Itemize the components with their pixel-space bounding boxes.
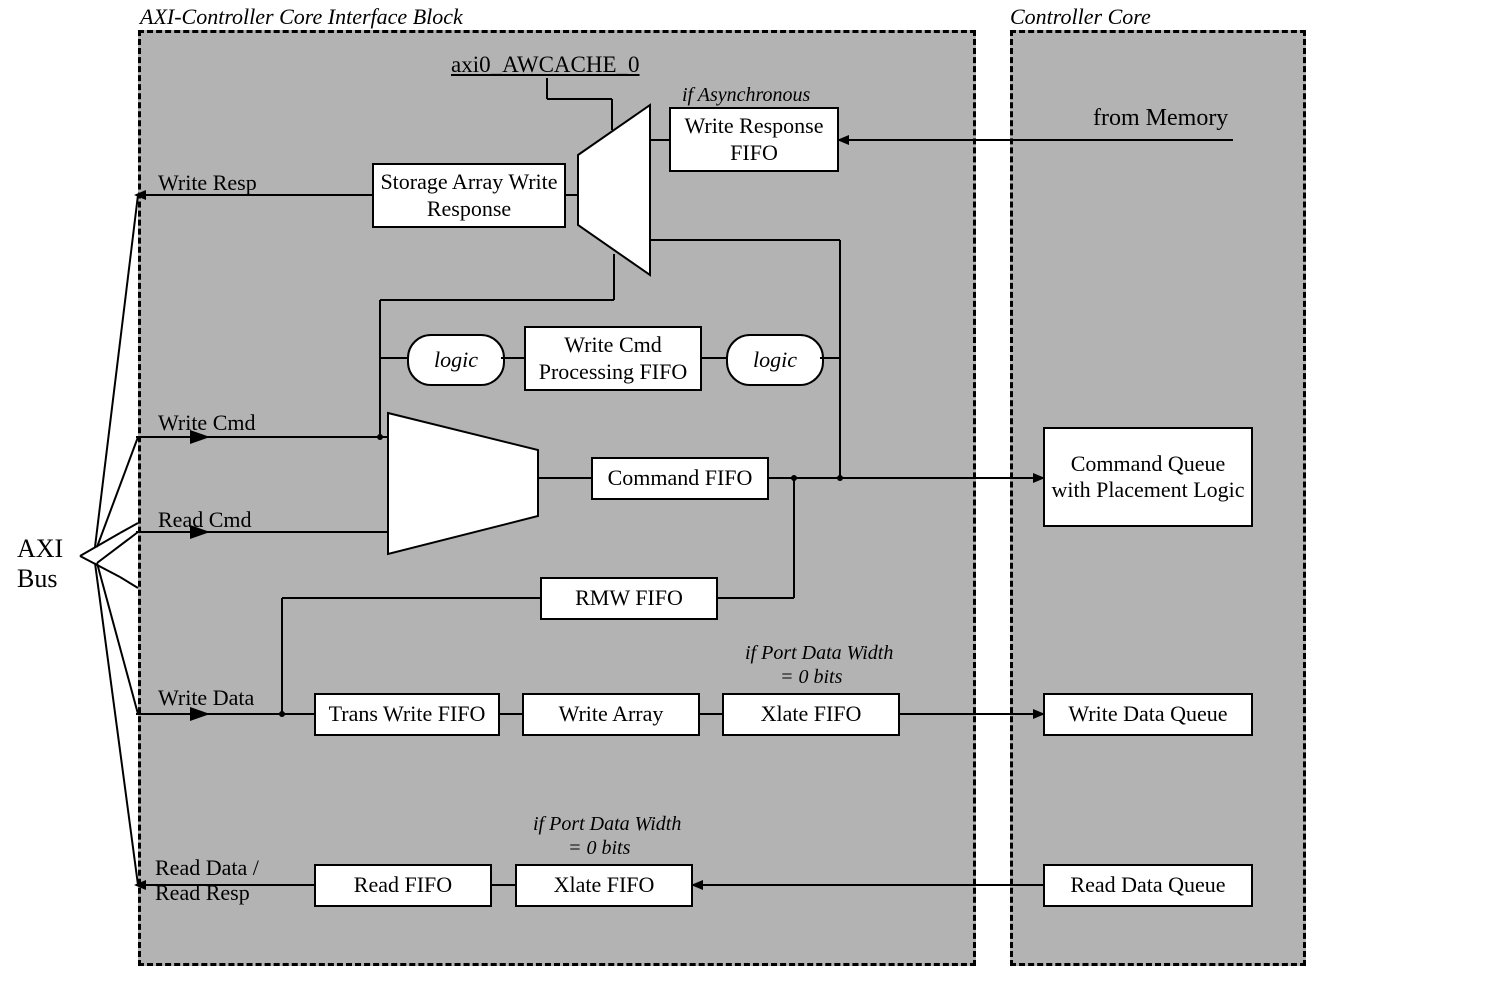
rmw-fifo-text: RMW FIFO bbox=[575, 585, 683, 611]
port-width-wd-l1: if Port Data Width bbox=[745, 642, 893, 665]
axi-bus-label-1: AXI bbox=[17, 534, 63, 564]
read-cmd-label: Read Cmd bbox=[158, 507, 252, 533]
inport-arb-l1: In-Port bbox=[418, 437, 480, 463]
if-async-label: if Asynchronous bbox=[682, 84, 810, 107]
xlate-fifo-wd-block: Xlate FIFO bbox=[722, 693, 900, 736]
port-width-rd-l1: if Port Data Width bbox=[533, 813, 681, 836]
xlate-fifo-rd-block: Xlate FIFO bbox=[515, 864, 693, 907]
write-array-text: Write Array bbox=[559, 701, 664, 727]
xlate-fifo-wd-text: Xlate FIFO bbox=[761, 701, 862, 727]
write-cmd-fifo-block: Write Cmd Processing FIFO bbox=[524, 326, 702, 391]
command-queue-block: Command Queue with Placement Logic bbox=[1043, 427, 1253, 527]
logic-2-text: logic bbox=[753, 347, 797, 373]
command-queue-text: Command Queue with Placement Logic bbox=[1049, 451, 1247, 504]
trans-write-fifo-text: Trans Write FIFO bbox=[329, 701, 486, 727]
read-data-label: Read Data / bbox=[155, 855, 259, 881]
write-resp-label: Write Resp bbox=[158, 170, 257, 196]
logic-2-pill: logic bbox=[726, 334, 824, 386]
read-data-queue-text: Read Data Queue bbox=[1070, 872, 1225, 898]
read-fifo-text: Read FIFO bbox=[354, 872, 452, 898]
logic-1-pill: logic bbox=[407, 334, 505, 386]
write-resp-fifo-block: Write Response FIFO bbox=[669, 107, 839, 172]
port-width-wd-l2: = 0 bits bbox=[780, 666, 842, 689]
write-resp-fifo-text1: Write Response bbox=[684, 113, 823, 139]
block-diagram: AXI-Controller Core Interface Block Cont… bbox=[0, 0, 1488, 991]
trans-write-fifo-block: Trans Write FIFO bbox=[314, 693, 500, 736]
write-array-block: Write Array bbox=[522, 693, 700, 736]
controller-core-title: Controller Core bbox=[1010, 4, 1151, 30]
write-data-queue-block: Write Data Queue bbox=[1043, 693, 1253, 736]
read-fifo-block: Read FIFO bbox=[314, 864, 492, 907]
inport-arb-l2: Arbitration bbox=[398, 499, 496, 525]
axi-block-title: AXI-Controller Core Interface Block bbox=[140, 4, 463, 30]
read-resp-label: Read Resp bbox=[155, 880, 250, 906]
command-fifo-block: Command FIFO bbox=[591, 457, 769, 500]
write-cmd-fifo-text: Write Cmd Processing FIFO bbox=[530, 332, 696, 385]
awcache-label: axi0_AWCACHE_0 bbox=[451, 52, 640, 78]
rmw-fifo-block: RMW FIFO bbox=[540, 577, 718, 620]
write-data-label: Write Data bbox=[158, 685, 254, 711]
port-width-rd-l2: = 0 bits bbox=[568, 837, 630, 860]
write-data-queue-text: Write Data Queue bbox=[1068, 701, 1227, 727]
storage-array-block: Storage Array Write Response bbox=[372, 163, 566, 228]
xlate-fifo-rd-text: Xlate FIFO bbox=[554, 872, 655, 898]
from-memory-label: from Memory bbox=[1093, 105, 1228, 132]
axi-bus-label-2: Bus bbox=[17, 564, 57, 594]
command-fifo-text: Command FIFO bbox=[608, 465, 753, 491]
logic-1-text: logic bbox=[434, 347, 478, 373]
storage-array-text: Storage Array Write Response bbox=[378, 169, 560, 222]
write-cmd-label: Write Cmd bbox=[158, 410, 256, 436]
write-resp-fifo-text2: FIFO bbox=[730, 140, 778, 166]
read-data-queue-block: Read Data Queue bbox=[1043, 864, 1253, 907]
